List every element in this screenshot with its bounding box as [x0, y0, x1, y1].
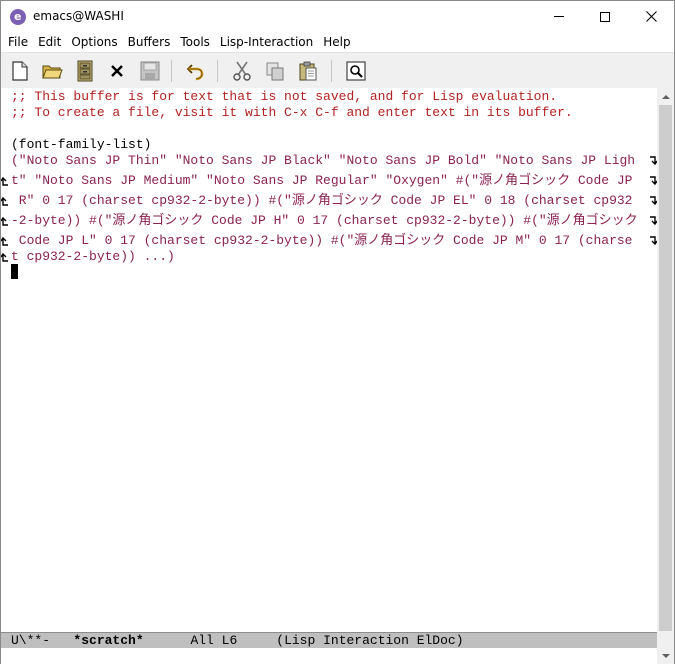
continuation-arrow-icon: [1, 196, 9, 206]
close-buffer-icon: [111, 65, 123, 77]
title-bar[interactable]: e emacs@WASHI: [1, 1, 674, 32]
wrap-arrow-icon: [649, 216, 657, 226]
paste-icon: [299, 61, 317, 81]
menu-tools[interactable]: Tools: [180, 35, 215, 49]
buffer-status: U\**-: [11, 633, 51, 648]
minimize-icon: [554, 16, 564, 17]
menu-edit[interactable]: Edit: [38, 35, 66, 49]
menu-options[interactable]: Options: [71, 35, 122, 49]
continuation-arrow-icon: [1, 252, 9, 262]
result-line: t" "Noto Sans JP Medium" "Noto Sans JP R…: [11, 173, 633, 188]
close-button[interactable]: [628, 1, 674, 32]
minimize-button[interactable]: [536, 1, 582, 32]
lisp-expression-line: (font-family-list): [11, 137, 152, 152]
app-icon-letter: e: [14, 10, 22, 23]
result-line: Code JP L" 0 17 (charset cp932-2-byte)) …: [11, 233, 633, 248]
result-line: R" 0 17 (charset cp932-2-byte)) #("源ノ角ゴシ…: [11, 193, 633, 208]
toolbar: [1, 52, 674, 88]
open-folder-icon: [42, 65, 63, 79]
vertical-scrollbar[interactable]: [657, 88, 674, 664]
comment-line: ;; This buffer is for text that is not s…: [11, 89, 558, 104]
scrollbar-thumb[interactable]: [659, 105, 672, 631]
kill-buffer-button[interactable]: [104, 58, 130, 84]
scratch-buffer-text-area[interactable]: ;; This buffer is for text that is not s…: [1, 88, 657, 633]
continuation-arrow-icon: [1, 176, 9, 186]
continuation-arrow-icon: [1, 236, 9, 246]
save-button[interactable]: [137, 58, 163, 84]
comment-line: ;; To create a file, visit it with C-x C…: [11, 105, 573, 120]
toolbar-separator: [331, 60, 332, 82]
buffer-name[interactable]: *scratch*: [73, 633, 143, 648]
emacs-window: e emacs@WASHI File Edit Options Buffers …: [0, 0, 675, 664]
chevron-up-icon: [661, 94, 670, 99]
menu-help[interactable]: Help: [323, 35, 355, 49]
cut-icon: [233, 61, 251, 81]
undo-icon: [186, 64, 204, 81]
result-line: ("Noto Sans JP Thin" "Noto Sans JP Black…: [11, 153, 636, 168]
window-title: emacs@WASHI: [33, 9, 124, 23]
dired-button[interactable]: [72, 58, 98, 84]
chevron-down-icon: [661, 653, 670, 658]
toolbar-separator: [171, 60, 172, 82]
menu-lisp-interaction[interactable]: Lisp-Interaction: [220, 35, 318, 49]
menu-buffers[interactable]: Buffers: [128, 35, 176, 49]
minibuffer[interactable]: [1, 648, 657, 664]
copy-button[interactable]: [262, 58, 288, 84]
mode-line[interactable]: U\**- *scratch* All L6 (Lisp Interaction…: [1, 632, 657, 648]
result-line: -2-byte)) #("源ノ角ゴシック Code JP H" 0 17 (ch…: [11, 213, 638, 228]
toolbar-separator: [217, 60, 218, 82]
wrap-arrow-icon: [649, 176, 657, 186]
paste-button[interactable]: [295, 58, 321, 84]
continuation-arrow-icon: [1, 216, 9, 226]
emacs-app-icon[interactable]: e: [10, 9, 26, 25]
menu-file[interactable]: File: [8, 35, 33, 49]
wrap-arrow-icon: [649, 156, 657, 166]
menu-bar: File Edit Options Buffers Tools Lisp-Int…: [1, 32, 674, 52]
scroll-up-button[interactable]: [657, 88, 674, 105]
dired-cabinet-icon: [77, 60, 93, 82]
maximize-button[interactable]: [582, 1, 628, 32]
search-button[interactable]: [343, 58, 369, 84]
copy-icon: [266, 62, 284, 81]
text-cursor: [11, 264, 18, 279]
buffer-position: All L6: [190, 633, 238, 648]
new-file-icon: [12, 61, 28, 81]
major-minor-modes[interactable]: (Lisp Interaction ElDoc): [276, 633, 463, 648]
scroll-down-button[interactable]: [657, 647, 674, 664]
save-icon: [140, 61, 160, 81]
maximize-icon: [600, 11, 610, 22]
new-file-button[interactable]: [7, 58, 33, 84]
search-icon: [346, 61, 366, 81]
undo-button[interactable]: [183, 58, 209, 84]
close-icon: [645, 11, 657, 22]
wrap-arrow-icon: [649, 236, 657, 246]
wrap-arrow-icon: [649, 196, 657, 206]
cut-button[interactable]: [229, 58, 255, 84]
open-file-button[interactable]: [39, 58, 65, 84]
result-line: t cp932-2-byte)) ...): [11, 249, 175, 264]
